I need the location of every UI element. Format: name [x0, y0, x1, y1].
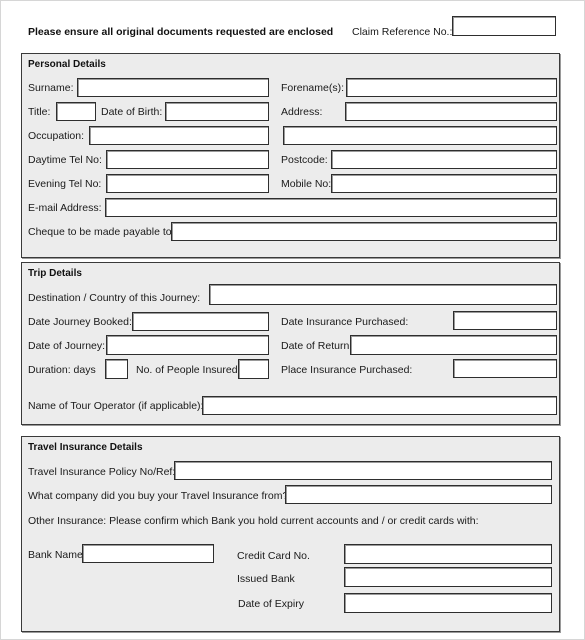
- credit-card-label: Credit Card No.: [237, 550, 310, 562]
- date-insurance-purchased-label: Date Insurance Purchased:: [281, 316, 409, 328]
- address-label: Address:: [281, 106, 323, 118]
- other-insurance-note: Other Insurance: Please confirm which Ba…: [28, 515, 479, 527]
- tour-operator-label: Name of Tour Operator (if applicable):: [28, 400, 204, 412]
- surname-label: Surname:: [28, 82, 74, 94]
- insurance-company-input[interactable]: [285, 485, 552, 504]
- date-of-journey-input[interactable]: [106, 335, 269, 355]
- daytime-tel-label: Daytime Tel No:: [28, 154, 102, 166]
- claim-reference-input[interactable]: [452, 16, 556, 36]
- date-journey-booked-label: Date Journey Booked:: [28, 316, 132, 328]
- travel-insurance-title: Travel Insurance Details: [28, 442, 143, 453]
- forenames-input[interactable]: [346, 78, 557, 97]
- forenames-label: Forename(s):: [281, 82, 345, 94]
- place-insurance-purchased-input[interactable]: [453, 359, 557, 378]
- destination-label: Destination / Country of this Journey:: [28, 292, 201, 304]
- title-label: Title:: [28, 106, 51, 118]
- documents-notice: Please ensure all original documents req…: [28, 26, 334, 38]
- mobile-input[interactable]: [331, 174, 557, 193]
- address-line-2-input[interactable]: [283, 126, 557, 145]
- date-of-return-input[interactable]: [350, 335, 557, 355]
- date-of-journey-label: Date of Journey:: [28, 340, 106, 352]
- date-of-expiry-label: Date of Expiry: [238, 598, 304, 610]
- claim-reference-label: Claim Reference No.:: [352, 26, 453, 38]
- postcode-input[interactable]: [331, 150, 557, 169]
- date-of-birth-label: Date of Birth:: [101, 106, 163, 118]
- date-insurance-purchased-input[interactable]: [453, 311, 557, 330]
- email-input[interactable]: [105, 198, 557, 217]
- address-input[interactable]: [345, 102, 557, 121]
- title-input[interactable]: [56, 102, 96, 121]
- duration-days-input[interactable]: [105, 359, 128, 379]
- issued-bank-label: Issued Bank: [237, 573, 295, 585]
- people-insured-label: No. of People Insured:: [136, 364, 241, 376]
- date-of-return-label: Date of Return:: [281, 340, 353, 352]
- policy-number-label: Travel Insurance Policy No/Ref:: [28, 466, 176, 478]
- occupation-input[interactable]: [89, 126, 269, 145]
- place-insurance-purchased-label: Place Insurance Purchased:: [281, 364, 413, 376]
- tour-operator-input[interactable]: [202, 396, 557, 415]
- policy-number-input[interactable]: [174, 461, 552, 480]
- daytime-tel-input[interactable]: [106, 150, 269, 169]
- email-label: E-mail Address:: [28, 202, 102, 214]
- surname-input[interactable]: [77, 78, 269, 97]
- cheque-payable-input[interactable]: [171, 222, 557, 241]
- evening-tel-input[interactable]: [106, 174, 269, 193]
- date-of-birth-input[interactable]: [165, 102, 269, 121]
- bank-name-label: Bank Name: [28, 549, 83, 561]
- personal-details-title: Personal Details: [28, 59, 106, 70]
- people-insured-input[interactable]: [238, 359, 269, 379]
- bank-name-input[interactable]: [82, 544, 214, 563]
- postcode-label: Postcode:: [281, 154, 328, 166]
- evening-tel-label: Evening Tel No:: [28, 178, 102, 190]
- duration-days-label: Duration: days: [28, 364, 96, 376]
- date-journey-booked-input[interactable]: [132, 312, 269, 331]
- date-of-expiry-input[interactable]: [344, 593, 552, 613]
- trip-details-title: Trip Details: [28, 268, 82, 279]
- cheque-payable-label: Cheque to be made payable to:: [28, 226, 175, 238]
- insurance-company-label: What company did you buy your Travel Ins…: [28, 490, 289, 502]
- destination-input[interactable]: [209, 284, 557, 305]
- occupation-label: Occupation:: [28, 130, 85, 142]
- credit-card-input[interactable]: [344, 544, 552, 564]
- mobile-label: Mobile No:: [281, 178, 332, 190]
- issued-bank-input[interactable]: [344, 567, 552, 587]
